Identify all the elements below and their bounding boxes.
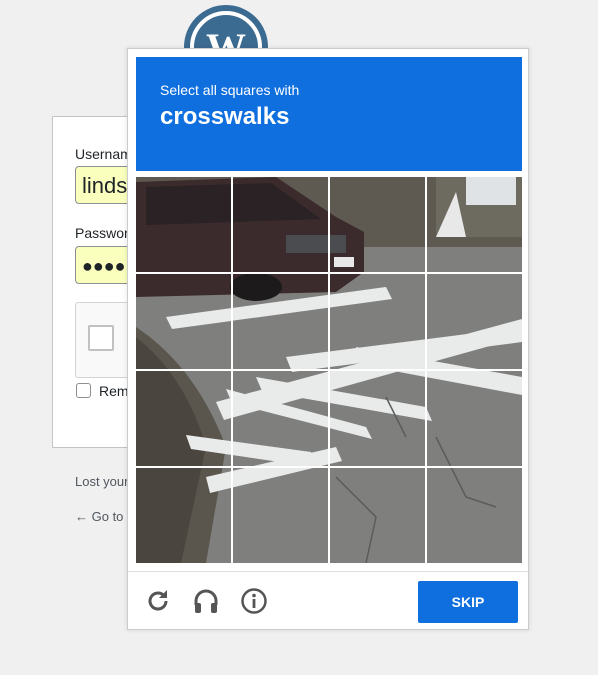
grid-tile-r3-c2[interactable] [233, 371, 328, 466]
grid-tile-r2-c2[interactable] [233, 274, 328, 369]
reload-icon[interactable] [144, 587, 172, 615]
challenge-header: Select all squares with crosswalks [136, 57, 522, 171]
grid-tile-r4-c1[interactable] [136, 468, 231, 563]
recaptcha-challenge-dialog: Select all squares with crosswalks SKIP [127, 48, 529, 630]
street-scene-image [427, 274, 522, 369]
grid-tile-r1-c2[interactable] [233, 177, 328, 272]
street-scene-image [330, 371, 425, 466]
grid-tile-r1-c3[interactable] [330, 177, 425, 272]
street-scene-image [330, 177, 425, 272]
street-scene-image [136, 177, 231, 272]
challenge-footer: SKIP [128, 571, 528, 630]
grid-tile-r2-c4[interactable] [427, 274, 522, 369]
street-scene-image [330, 468, 425, 563]
headphones-icon[interactable] [192, 587, 220, 615]
street-scene-image [233, 177, 328, 272]
grid-tile-r1-c4[interactable] [427, 177, 522, 272]
username-label: Usernam [75, 146, 132, 162]
skip-button[interactable]: SKIP [418, 581, 518, 623]
street-scene-image [136, 371, 231, 466]
remember-me-checkbox[interactable] [76, 383, 91, 398]
street-scene-image [330, 274, 425, 369]
image-grid [136, 177, 522, 563]
street-scene-image [427, 177, 522, 272]
grid-tile-r4-c2[interactable] [233, 468, 328, 563]
grid-tile-r2-c3[interactable] [330, 274, 425, 369]
challenge-target: crosswalks [160, 103, 290, 130]
grid-tile-r1-c1[interactable] [136, 177, 231, 272]
grid-tile-r3-c4[interactable] [427, 371, 522, 466]
info-icon[interactable] [240, 587, 268, 615]
grid-tile-r4-c4[interactable] [427, 468, 522, 563]
street-scene-image [427, 468, 522, 563]
street-scene-image [136, 468, 231, 563]
street-scene-image [136, 274, 231, 369]
street-scene-image [233, 468, 328, 563]
street-scene-image [233, 274, 328, 369]
remember-me-label: Rem [99, 383, 129, 399]
recaptcha-checkbox[interactable] [88, 325, 114, 351]
street-scene-image [233, 371, 328, 466]
lost-password-link[interactable]: Lost your [75, 474, 128, 489]
back-to-site-link[interactable]: ← Go to [75, 509, 123, 524]
grid-tile-r3-c3[interactable] [330, 371, 425, 466]
grid-tile-r4-c3[interactable] [330, 468, 425, 563]
challenge-instruction: Select all squares with [160, 82, 300, 98]
grid-tile-r3-c1[interactable] [136, 371, 231, 466]
password-label: Passwor [75, 225, 129, 241]
street-scene-image [427, 371, 522, 466]
grid-tile-r2-c1[interactable] [136, 274, 231, 369]
